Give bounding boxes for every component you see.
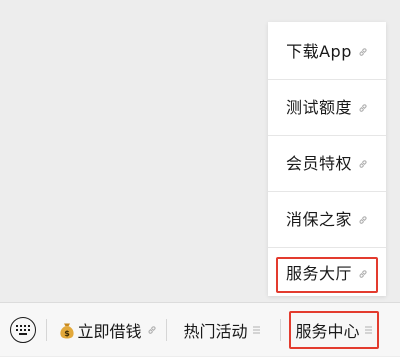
service-popup-menu: 下载App 测试额度 会员特权 消保之家 服务大厅 <box>268 22 386 296</box>
tab-divider <box>166 319 167 341</box>
menu-item-label: 下载App <box>286 42 352 61</box>
svg-text:$: $ <box>65 329 71 338</box>
link-icon <box>358 47 368 57</box>
menu-item-member-privileges[interactable]: 会员特权 <box>268 136 386 192</box>
link-icon <box>358 269 368 279</box>
link-icon <box>147 325 157 335</box>
tab-hot-activities[interactable]: 热门活动 <box>168 303 276 357</box>
tab-service-center[interactable]: 服务中心 <box>284 303 384 357</box>
link-icon <box>358 159 368 169</box>
menu-item-service-hall[interactable]: 服务大厅 <box>268 254 386 294</box>
tab-label: 热门活动 <box>183 322 248 341</box>
menu-item-label: 消保之家 <box>285 210 352 229</box>
menu-divider <box>268 247 386 248</box>
menu-item-download-app[interactable]: 下载App <box>268 24 386 80</box>
tab-label: 服务中心 <box>295 322 360 341</box>
menu-item-consumer-protection[interactable]: 消保之家 <box>268 192 386 248</box>
menu-icon <box>252 326 261 334</box>
menu-item-label: 会员特权 <box>285 154 352 173</box>
link-icon <box>358 103 368 113</box>
keyboard-icon[interactable] <box>10 317 36 343</box>
tab-divider <box>46 319 47 341</box>
money-bag-icon: $ <box>59 322 75 339</box>
menu-item-label: 测试额度 <box>285 98 352 117</box>
tab-label: 立即借钱 <box>77 322 142 341</box>
menu-item-test-quota[interactable]: 测试额度 <box>268 80 386 136</box>
menu-icon <box>364 326 373 334</box>
tab-divider <box>280 319 281 341</box>
bottom-menu-bar: $ 立即借钱 热门活动 服务中心 <box>0 302 400 356</box>
link-icon <box>358 215 368 225</box>
tab-borrow-now[interactable]: $ 立即借钱 <box>52 303 164 357</box>
menu-item-label: 服务大厅 <box>285 264 352 283</box>
